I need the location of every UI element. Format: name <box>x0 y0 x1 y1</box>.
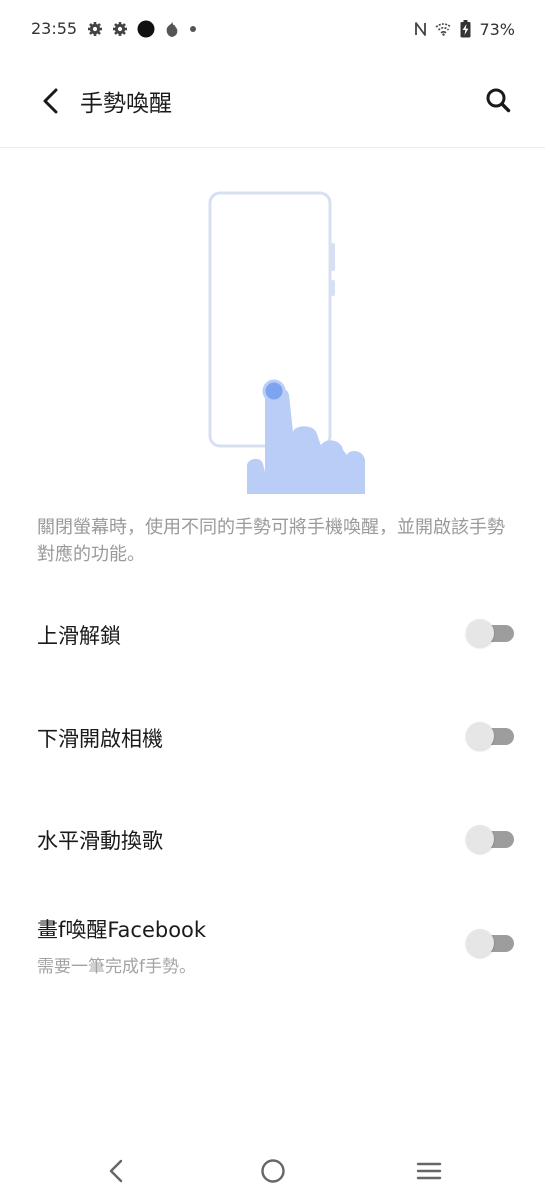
toggle-thumb <box>466 929 494 957</box>
system-icons: 73% <box>414 18 515 40</box>
draw-f-facebook-toggle[interactable] <box>466 929 514 957</box>
toggle-thumb <box>466 825 494 853</box>
toggle-thumb <box>466 619 494 647</box>
page-title: 手勢喚醒 <box>80 91 172 117</box>
gesture-wakeup-screen: 23:55 73% 手勢喚醒 關閉螢幕時，使用不同的手勢可將手機喚醒，並開啟該手… <box>0 0 545 1200</box>
flame-icon <box>166 21 178 37</box>
setting-swipe-up-unlock[interactable]: 上滑解鎖 <box>0 595 545 673</box>
phone-side-button <box>330 243 335 271</box>
horizontal-swipe-song-toggle[interactable] <box>466 825 514 853</box>
back-arrow-icon <box>43 88 58 114</box>
tap-point <box>262 379 286 403</box>
battery-percent: 73% <box>479 19 515 39</box>
setting-horizontal-swipe-song[interactable]: 水平滑動換歌 <box>0 801 545 879</box>
toggle-thumb <box>466 722 494 750</box>
nav-back-button[interactable] <box>99 1156 133 1186</box>
setting-label: 水平滑動換歌 <box>37 829 163 853</box>
setting-label: 上滑解鎖 <box>37 624 121 648</box>
phone-side-button <box>330 280 335 296</box>
swipe-down-camera-toggle[interactable] <box>466 722 514 750</box>
nav-home-icon <box>261 1159 285 1183</box>
notification-icons <box>87 18 197 40</box>
gear-icon <box>113 22 127 36</box>
setting-label: 下滑開啟相機 <box>37 727 163 751</box>
phone-tap-gesture-illustration <box>208 191 365 494</box>
setting-draw-f-facebook[interactable]: 畫f喚醒Facebook 需要一筆完成f手勢。 <box>0 902 545 992</box>
search-button[interactable] <box>481 82 515 118</box>
setting-label: 畫f喚醒Facebook <box>37 918 207 942</box>
nav-recents-button[interactable] <box>412 1156 446 1186</box>
app-bar: 手勢喚醒 <box>0 60 545 148</box>
gear-icon <box>88 22 102 36</box>
nav-back-icon <box>109 1159 123 1183</box>
navigation-bar <box>0 1140 545 1200</box>
nav-home-button[interactable] <box>256 1156 290 1186</box>
swipe-up-unlock-toggle[interactable] <box>466 619 514 647</box>
setting-subtitle: 需要一筆完成f手勢。 <box>37 957 196 977</box>
back-button[interactable] <box>34 82 68 120</box>
battery-charging-icon <box>460 20 471 38</box>
setting-swipe-down-camera[interactable]: 下滑開啟相機 <box>0 698 545 776</box>
nav-menu-icon <box>416 1162 442 1180</box>
search-icon <box>486 88 511 113</box>
feature-description: 關閉螢幕時，使用不同的手勢可將手機喚醒，並開啟該手勢對應的功能。 <box>37 517 505 565</box>
dot-icon <box>137 20 155 38</box>
wifi-icon <box>435 23 452 36</box>
nfc-icon <box>415 22 427 36</box>
small-dot-icon <box>190 26 196 32</box>
status-time: 23:55 <box>31 19 78 38</box>
status-bar: 23:55 73% <box>0 0 545 60</box>
